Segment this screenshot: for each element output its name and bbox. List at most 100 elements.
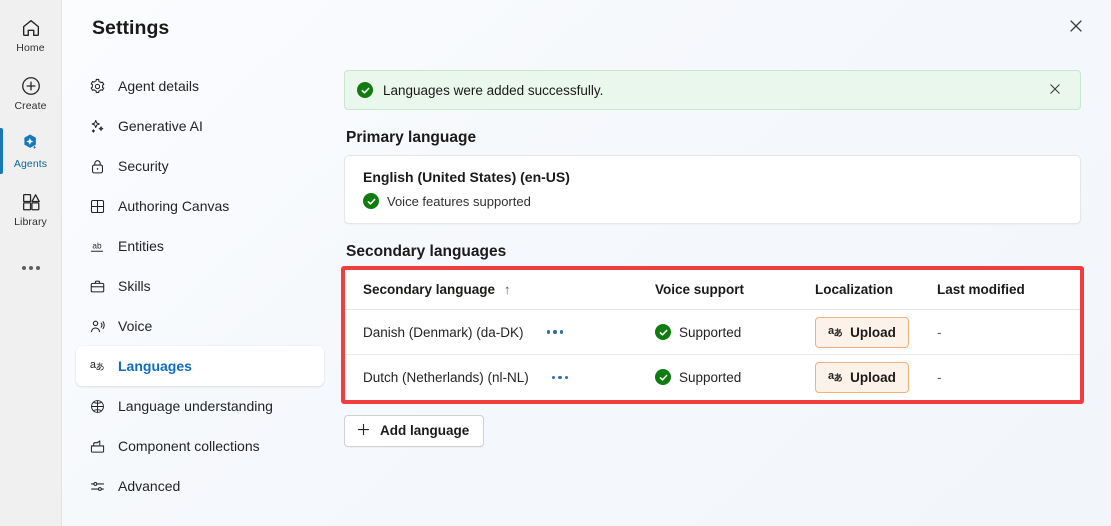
agents-sparkle-icon	[19, 132, 43, 156]
cell-localization: aあ Upload	[815, 309, 937, 355]
column-header-secondary-language[interactable]: Secondary language ↑	[345, 270, 655, 310]
person-voice-icon	[88, 317, 106, 335]
cell-last-modified: -	[937, 355, 1080, 400]
primary-language-support-text: Voice features supported	[387, 193, 531, 209]
checkmark-circle-icon	[655, 324, 671, 340]
close-dialog-button[interactable]	[1059, 11, 1093, 45]
library-icon	[19, 190, 43, 214]
cell-language: Danish (Denmark) (da-DK)	[345, 309, 655, 355]
table-row[interactable]: Danish (Denmark) (da-DK) Supported aあ Up…	[345, 309, 1080, 355]
sidebar-item-label: Language understanding	[118, 398, 273, 414]
cell-voice-support: Supported	[655, 309, 815, 355]
gear-icon	[88, 77, 106, 95]
checkmark-circle-icon	[363, 193, 379, 209]
sidebar-item-voice[interactable]: Voice	[76, 306, 324, 346]
secondary-languages-table: Secondary language ↑ Voice support Local…	[345, 270, 1080, 400]
column-header-voice-support[interactable]: Voice support	[655, 270, 815, 310]
voice-support-status: Supported	[679, 369, 742, 385]
close-icon	[1068, 18, 1084, 39]
sidebar-item-skills[interactable]: Skills	[76, 266, 324, 306]
sidebar-item-label: Authoring Canvas	[118, 198, 230, 214]
upload-button-label: Upload	[850, 369, 896, 385]
rail-label-agents: Agents	[13, 157, 48, 170]
add-language-button[interactable]: Add language	[344, 414, 485, 447]
primary-language-support: Voice features supported	[363, 193, 1062, 209]
add-language-label: Add language	[380, 423, 470, 438]
dismiss-message-button[interactable]	[1042, 77, 1068, 103]
svg-text:ab: ab	[92, 241, 102, 250]
rail-item-home[interactable]: Home	[0, 6, 62, 64]
sidebar-item-label: Voice	[118, 318, 153, 334]
sidebar-item-languages[interactable]: aあ Languages	[76, 346, 324, 386]
rail-item-agents[interactable]: Agents	[0, 122, 62, 180]
table-header-row: Secondary language ↑ Voice support Local…	[345, 270, 1080, 310]
upload-localization-button[interactable]: aあ Upload	[815, 361, 909, 393]
column-header-label: Secondary language	[363, 282, 496, 297]
column-header-localization[interactable]: Localization	[815, 270, 937, 310]
settings-window: Home Create Agents Library Settings Agen…	[0, 0, 1111, 526]
secondary-languages-heading: Secondary languages	[346, 243, 507, 260]
primary-language-name: English (United States) (en-US)	[363, 169, 570, 185]
dialog-header: Settings	[62, 0, 1111, 56]
sidebar-item-label: Advanced	[118, 478, 181, 494]
language-name: Danish (Denmark) (da-DK)	[363, 324, 524, 340]
checkmark-circle-icon	[655, 369, 671, 386]
sidebar-item-label: Security	[118, 158, 169, 174]
rail-label-create: Create	[14, 99, 47, 112]
rail-item-create[interactable]: Create	[0, 64, 62, 122]
voice-support-status: Supported	[679, 324, 742, 340]
sidebar-item-label: Agent details	[118, 78, 199, 94]
more-horizontal-icon[interactable]	[547, 372, 574, 384]
more-horizontal-icon[interactable]	[542, 326, 569, 338]
sidebar-item-label: Languages	[118, 358, 192, 374]
brain-circuit-icon	[88, 397, 106, 415]
last-modified-value: -	[937, 324, 942, 340]
success-message-bar: Languages were added successfully.	[344, 70, 1081, 110]
settings-nav: Agent details Generative AI Security Aut…	[62, 56, 338, 526]
settings-dialog: Settings Agent details Generative AI Sec…	[62, 0, 1111, 526]
sort-ascending-icon: ↑	[503, 282, 511, 297]
primary-language-heading: Primary language	[346, 129, 477, 146]
sidebar-item-component-collections[interactable]: Component collections	[76, 426, 324, 466]
page-title: Settings	[92, 16, 170, 39]
sidebar-item-label: Entities	[118, 238, 164, 254]
column-header-last-modified[interactable]: Last modified	[937, 270, 1080, 310]
settings-content: Languages were added successfully. Prima…	[338, 56, 1111, 526]
more-horizontal-icon[interactable]	[0, 246, 62, 290]
checkmark-circle-icon	[357, 82, 373, 98]
primary-language-card: English (United States) (en-US) Voice fe…	[344, 155, 1081, 224]
ab-text-icon: ab	[88, 237, 106, 255]
cell-localization: aあ Upload	[815, 355, 937, 400]
toolbox-icon	[88, 437, 106, 455]
sidebar-item-generative-ai[interactable]: Generative AI	[76, 106, 324, 146]
sidebar-item-label: Skills	[118, 278, 151, 294]
rail-label-library: Library	[14, 215, 47, 228]
home-icon	[19, 16, 43, 40]
sidebar-item-advanced[interactable]: Advanced	[76, 466, 324, 506]
plus-icon	[356, 422, 371, 440]
sidebar-item-entities[interactable]: ab Entities	[76, 226, 324, 266]
sidebar-item-agent-details[interactable]: Agent details	[76, 66, 324, 106]
sparkle-icon	[88, 117, 106, 135]
sliders-icon	[88, 477, 106, 495]
success-message-text: Languages were added successfully.	[383, 82, 604, 98]
translate-icon: aあ	[828, 325, 843, 338]
rail-item-library[interactable]: Library	[0, 180, 62, 238]
translate-icon: aあ	[828, 370, 843, 384]
grid-icon	[88, 197, 106, 215]
dialog-body: Agent details Generative AI Security Aut…	[62, 56, 1111, 526]
language-name: Dutch (Netherlands) (nl-NL)	[363, 369, 529, 385]
close-icon	[1048, 82, 1062, 99]
table-row[interactable]: Dutch (Netherlands) (nl-NL) Supported aあ…	[345, 355, 1080, 400]
upload-localization-button[interactable]: aあ Upload	[815, 316, 909, 348]
last-modified-value: -	[937, 369, 942, 385]
sidebar-item-authoring-canvas[interactable]: Authoring Canvas	[76, 186, 324, 226]
sidebar-item-security[interactable]: Security	[76, 146, 324, 186]
rail-label-home: Home	[16, 41, 45, 54]
sidebar-item-language-understanding[interactable]: Language understanding	[76, 386, 324, 426]
lock-icon	[88, 157, 106, 175]
cell-last-modified: -	[937, 309, 1080, 355]
translate-icon: aあ	[89, 359, 105, 372]
table-body: Danish (Denmark) (da-DK) Supported aあ Up…	[345, 309, 1080, 400]
cell-voice-support: Supported	[655, 355, 815, 400]
